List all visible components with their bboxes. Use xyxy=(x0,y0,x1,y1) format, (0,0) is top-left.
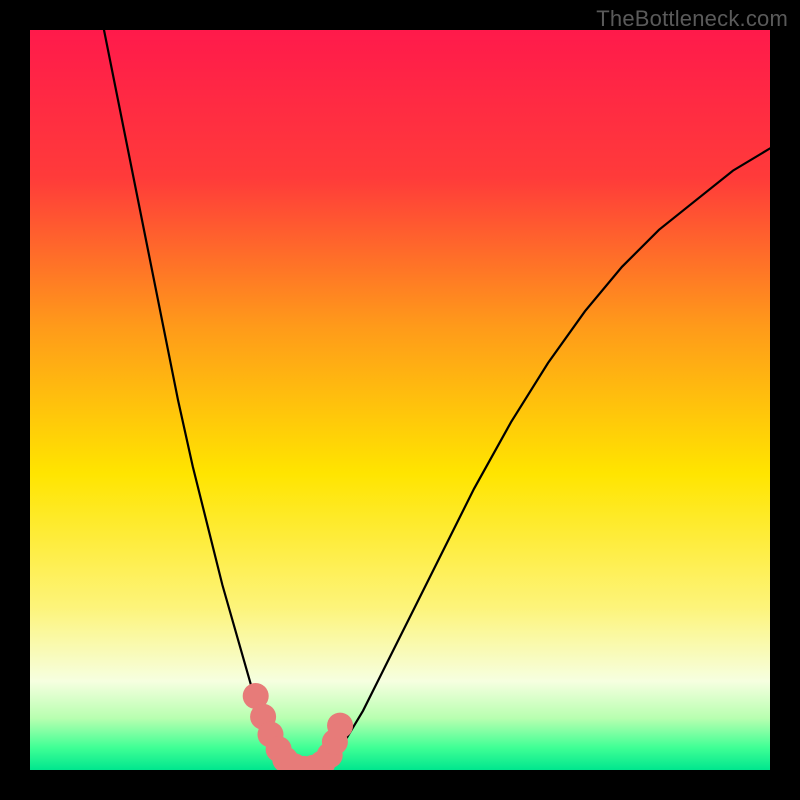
watermark-text: TheBottleneck.com xyxy=(596,6,788,32)
chart-background xyxy=(30,30,770,770)
plot-area xyxy=(30,30,770,770)
highlight-dot xyxy=(327,713,353,739)
chart-frame: TheBottleneck.com xyxy=(0,0,800,800)
chart-svg xyxy=(30,30,770,770)
